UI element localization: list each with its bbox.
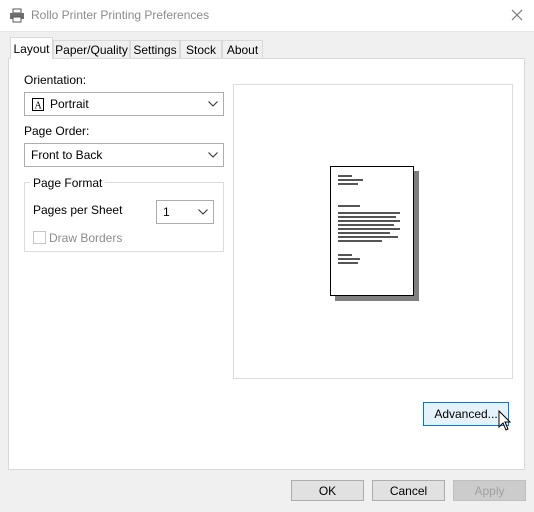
draw-borders-checkbox[interactable] (33, 231, 46, 244)
page-format-title: Page Format (30, 176, 106, 190)
printer-icon (10, 8, 24, 23)
tab-settings[interactable]: Settings (130, 40, 180, 59)
window-title: Rollo Printer Printing Preferences (31, 8, 210, 22)
portrait-page-icon: A (32, 97, 44, 111)
page-preview (330, 166, 414, 296)
svg-text:A: A (35, 100, 43, 111)
advanced-button[interactable]: Advanced... (423, 402, 509, 426)
chevron-down-icon (203, 152, 223, 158)
page-order-value: Front to Back (31, 148, 103, 162)
page-order-label: Page Order: (24, 124, 90, 138)
orientation-label: Orientation: (24, 73, 87, 87)
close-button[interactable] (503, 3, 531, 27)
draw-borders-label: Draw Borders (49, 231, 123, 245)
orientation-select[interactable]: A Portrait (24, 92, 224, 116)
ok-button[interactable]: OK (291, 480, 364, 501)
cancel-button[interactable]: Cancel (372, 480, 445, 501)
mouse-pointer-icon (498, 410, 512, 431)
tab-layout[interactable]: Layout (10, 37, 53, 59)
page-order-select[interactable]: Front to Back (24, 143, 224, 167)
orientation-value: Portrait (50, 97, 89, 111)
pages-per-sheet-select[interactable]: 1 (156, 200, 214, 224)
close-icon (511, 9, 523, 21)
apply-button[interactable]: Apply (453, 480, 526, 501)
tab-about[interactable]: About (222, 40, 263, 59)
tab-stock[interactable]: Stock (180, 40, 222, 59)
tab-paper-quality[interactable]: Paper/Quality (53, 40, 130, 59)
chevron-down-icon (203, 101, 223, 107)
chevron-down-icon (193, 209, 213, 215)
pages-per-sheet-label: Pages per Sheet (33, 203, 123, 217)
pages-per-sheet-value: 1 (163, 205, 170, 219)
